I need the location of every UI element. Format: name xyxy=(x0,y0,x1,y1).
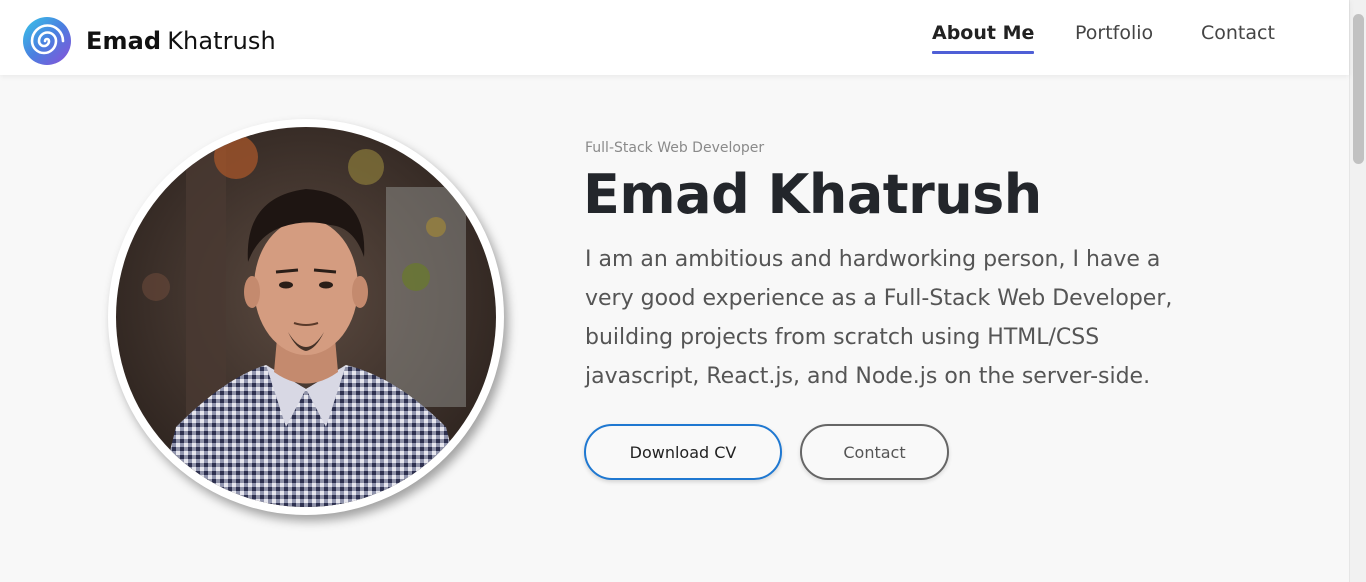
contact-button[interactable]: Contact xyxy=(800,424,949,480)
brand-first-name: Emad xyxy=(86,27,162,55)
brand-logo-link[interactable]: Emad Khatrush xyxy=(22,16,276,66)
hero-name-heading: Emad Khatrush xyxy=(583,163,1042,226)
scrollbar-thumb[interactable] xyxy=(1353,14,1364,164)
nav-contact[interactable]: Contact xyxy=(1201,22,1275,44)
hero-subtitle: Full-Stack Web Developer xyxy=(585,140,765,156)
page-scrollbar[interactable] xyxy=(1349,0,1366,582)
profile-photo xyxy=(116,127,496,507)
brand-last-name: Khatrush xyxy=(167,27,276,55)
spiral-logo-icon xyxy=(23,17,71,65)
hero-bio: I am an ambitious and hardworking person… xyxy=(585,247,1173,389)
nav-about-me[interactable]: About Me xyxy=(932,22,1035,54)
nav-portfolio[interactable]: Portfolio xyxy=(1075,22,1153,44)
profile-photo-image xyxy=(116,127,496,507)
site-header: Emad Khatrush About Me Portfolio Contact xyxy=(0,0,1349,75)
brand-name: Emad Khatrush xyxy=(86,27,276,55)
download-cv-button[interactable]: Download CV xyxy=(584,424,782,480)
profile-photo-frame xyxy=(108,119,504,515)
